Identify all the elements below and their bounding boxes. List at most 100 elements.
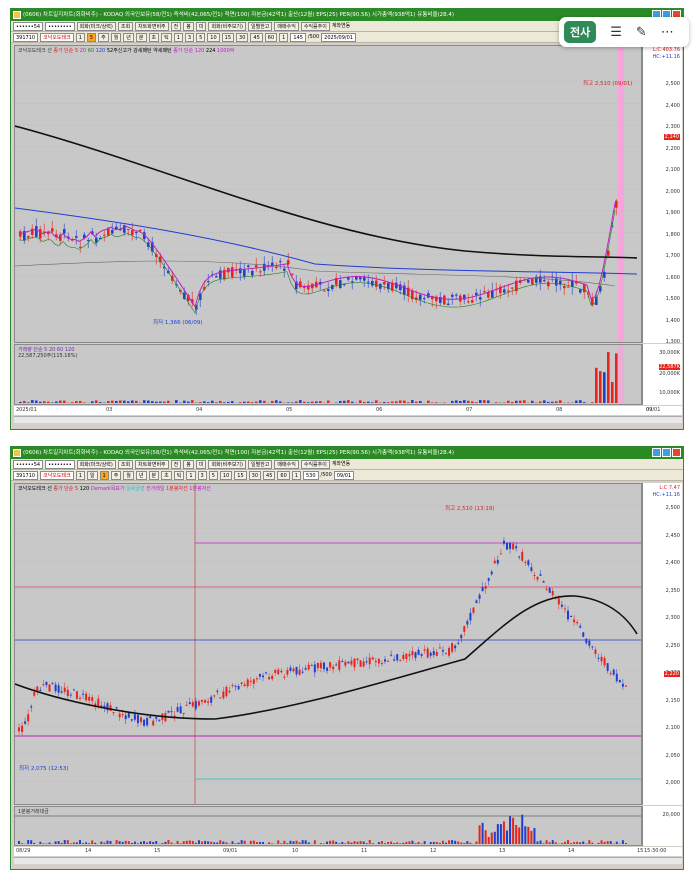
daily-balance-button-2[interactable]: 일별한고 xyxy=(248,459,273,469)
period-year[interactable]: 년 xyxy=(123,32,134,42)
b-period-year[interactable]: 년 xyxy=(135,470,147,480)
n-30[interactable]: 30 xyxy=(236,32,249,42)
bot-volume-bar xyxy=(167,840,170,844)
top-low-label: 최저 1,366 (06/09) xyxy=(153,320,203,326)
bot-volume-bar xyxy=(554,842,557,844)
view-button[interactable]: 회화(비주보기) xyxy=(208,21,246,31)
bot-candle-body xyxy=(466,620,469,625)
b-period-1[interactable]: 1 xyxy=(75,470,85,480)
minimize-icon[interactable] xyxy=(652,448,661,457)
b-n-5[interactable]: 5 xyxy=(208,470,218,480)
b-date-input[interactable]: 09/01 xyxy=(333,470,355,480)
stock-name-2[interactable]: 코낙오도테크 xyxy=(40,470,74,480)
period-week[interactable]: 주 xyxy=(98,32,109,42)
b-period-sec[interactable]: 초 xyxy=(161,470,172,480)
n-5[interactable]: 5 xyxy=(196,32,206,42)
n-3[interactable]: 3 xyxy=(184,32,195,42)
transcribe-button[interactable]: 전사 xyxy=(564,21,597,43)
pencil-icon[interactable]: ✎ xyxy=(636,25,647,40)
more-icon[interactable]: ⋯ xyxy=(661,25,674,40)
b-n-1[interactable]: 1 xyxy=(186,470,196,480)
b-period-tick[interactable]: 틱 xyxy=(173,470,185,480)
n-45[interactable]: 45 xyxy=(250,32,263,42)
trade-profit-button-2[interactable]: 매매수익 xyxy=(274,459,299,469)
bot-candle-body xyxy=(408,654,411,657)
n-10[interactable]: 10 xyxy=(207,32,220,42)
top-volume-bar xyxy=(31,400,34,403)
n-60[interactable]: 60 xyxy=(264,32,278,42)
top-price-plot[interactable]: 코낙오도테크 선 종가 단순 5 20 60 120 52주신고가 강세패턴 약… xyxy=(14,45,642,343)
mark-button-2[interactable]: 회화(마크/상력) xyxy=(76,459,116,469)
period-1[interactable]: 1 xyxy=(75,32,85,42)
b-n-unit[interactable]: 1 xyxy=(291,470,301,480)
b-period-week[interactable]: 주 xyxy=(110,470,122,480)
compare-button-2[interactable]: 차트화면비주 xyxy=(135,459,169,469)
period-month[interactable]: 월 xyxy=(110,32,122,42)
bot-volume-bar xyxy=(91,840,94,844)
bottom-title-bar[interactable]: (0606) 차트일지차트(회화비주) - KODAQ 외국인보유(58/전1)… xyxy=(11,447,683,459)
account-link-checkbox[interactable]: 계좌연동 xyxy=(332,21,350,31)
bottom-volume-plot[interactable]: 1분봉거래대금 xyxy=(14,806,642,846)
b-period-min[interactable]: 분 xyxy=(148,470,160,480)
b-n-30[interactable]: 30 xyxy=(248,470,262,480)
daily-balance-button[interactable]: 일별한고 xyxy=(248,21,273,31)
password-input-2[interactable]: •••••••• xyxy=(45,459,75,469)
top-volume-bar xyxy=(427,400,430,403)
b-period-day[interactable]: 일 xyxy=(86,470,98,480)
profit-trend-button-2[interactable]: 수익률추이 xyxy=(300,459,330,469)
mi-button[interactable]: 미 xyxy=(195,21,207,31)
period-sec[interactable]: 초 xyxy=(148,32,160,42)
b-n-15[interactable]: 15 xyxy=(234,470,247,480)
code-input-2[interactable]: 391710 xyxy=(13,470,39,480)
compare-button[interactable]: 차트화면비주 xyxy=(135,21,169,31)
top-candle-body xyxy=(299,281,302,288)
bot-volume-bar xyxy=(69,843,72,844)
b-period-month[interactable]: 월 xyxy=(123,470,134,480)
b-n-45[interactable]: 45 xyxy=(263,470,276,480)
bot-candle-body xyxy=(374,660,377,663)
b-n-10[interactable]: 10 xyxy=(219,470,233,480)
bottom-price-plot[interactable]: 코낙오도테크 선 종가 단순 5 120 Demark목표가 일목균형 전거래일… xyxy=(14,483,642,805)
query-button[interactable]: 조회 xyxy=(117,21,134,31)
top-volume-bar xyxy=(315,401,318,403)
profit-trend-button[interactable]: 수익률추이 xyxy=(300,21,330,31)
bot-volume-bar xyxy=(298,842,301,844)
close-icon[interactable] xyxy=(672,448,681,457)
view-button-2[interactable]: 회화(비주보기) xyxy=(208,459,246,469)
count-input[interactable]: 145 xyxy=(290,32,306,42)
account-link-checkbox-2[interactable]: 계좌연동 xyxy=(332,459,350,469)
b-count-input[interactable]: 530 xyxy=(302,470,319,480)
account-input-2[interactable]: ••••••54 xyxy=(13,459,44,469)
bot-volume-bar xyxy=(152,841,155,844)
query-button-2[interactable]: 조회 xyxy=(117,459,134,469)
bottom-toolbar-1: ••••••54 •••••••• 회화(마크/상력) 조회 차트화면비주 전 … xyxy=(11,459,683,470)
prev-button-2[interactable]: 전 xyxy=(170,459,182,469)
bottom-scrollbar[interactable] xyxy=(14,857,682,864)
period-5[interactable]: 5 xyxy=(86,32,97,42)
b-n-3[interactable]: 3 xyxy=(197,470,207,480)
period-tick[interactable]: 틱 xyxy=(161,32,172,42)
bong-button[interactable]: 봉 xyxy=(183,21,194,31)
b-period-n[interactable]: 1 xyxy=(99,470,109,480)
mark-button[interactable]: 회화(마크/상력) xyxy=(76,21,116,31)
account-input[interactable]: ••••••54 xyxy=(13,21,44,31)
top-volume-plot[interactable]: 거래량 단순 5 20 60 120 22,587,250주(115.16%) xyxy=(14,344,642,405)
bong-button-2[interactable]: 봉 xyxy=(183,459,194,469)
n-unit[interactable]: 1 xyxy=(279,32,289,42)
bot-candle-body xyxy=(121,714,124,716)
b-n-60[interactable]: 60 xyxy=(277,470,290,480)
period-min[interactable]: 분 xyxy=(135,32,147,42)
prev-button[interactable]: 전 xyxy=(170,21,182,31)
top-scrollbar[interactable] xyxy=(14,416,682,423)
n-1[interactable]: 1 xyxy=(173,32,183,42)
date-input[interactable]: 2025/09/01 xyxy=(321,32,356,42)
stock-name[interactable]: 코낙오도테크 xyxy=(40,32,74,42)
password-input[interactable]: •••••••• xyxy=(45,21,75,31)
trade-profit-button[interactable]: 매매수익 xyxy=(274,21,299,31)
code-input[interactable]: 391710 xyxy=(13,32,39,42)
n-15[interactable]: 15 xyxy=(221,32,235,42)
mi-button-2[interactable]: 미 xyxy=(195,459,207,469)
list-icon[interactable]: ☰ xyxy=(610,25,622,40)
top-ma120-line xyxy=(15,207,638,275)
restore-icon[interactable] xyxy=(662,448,671,457)
